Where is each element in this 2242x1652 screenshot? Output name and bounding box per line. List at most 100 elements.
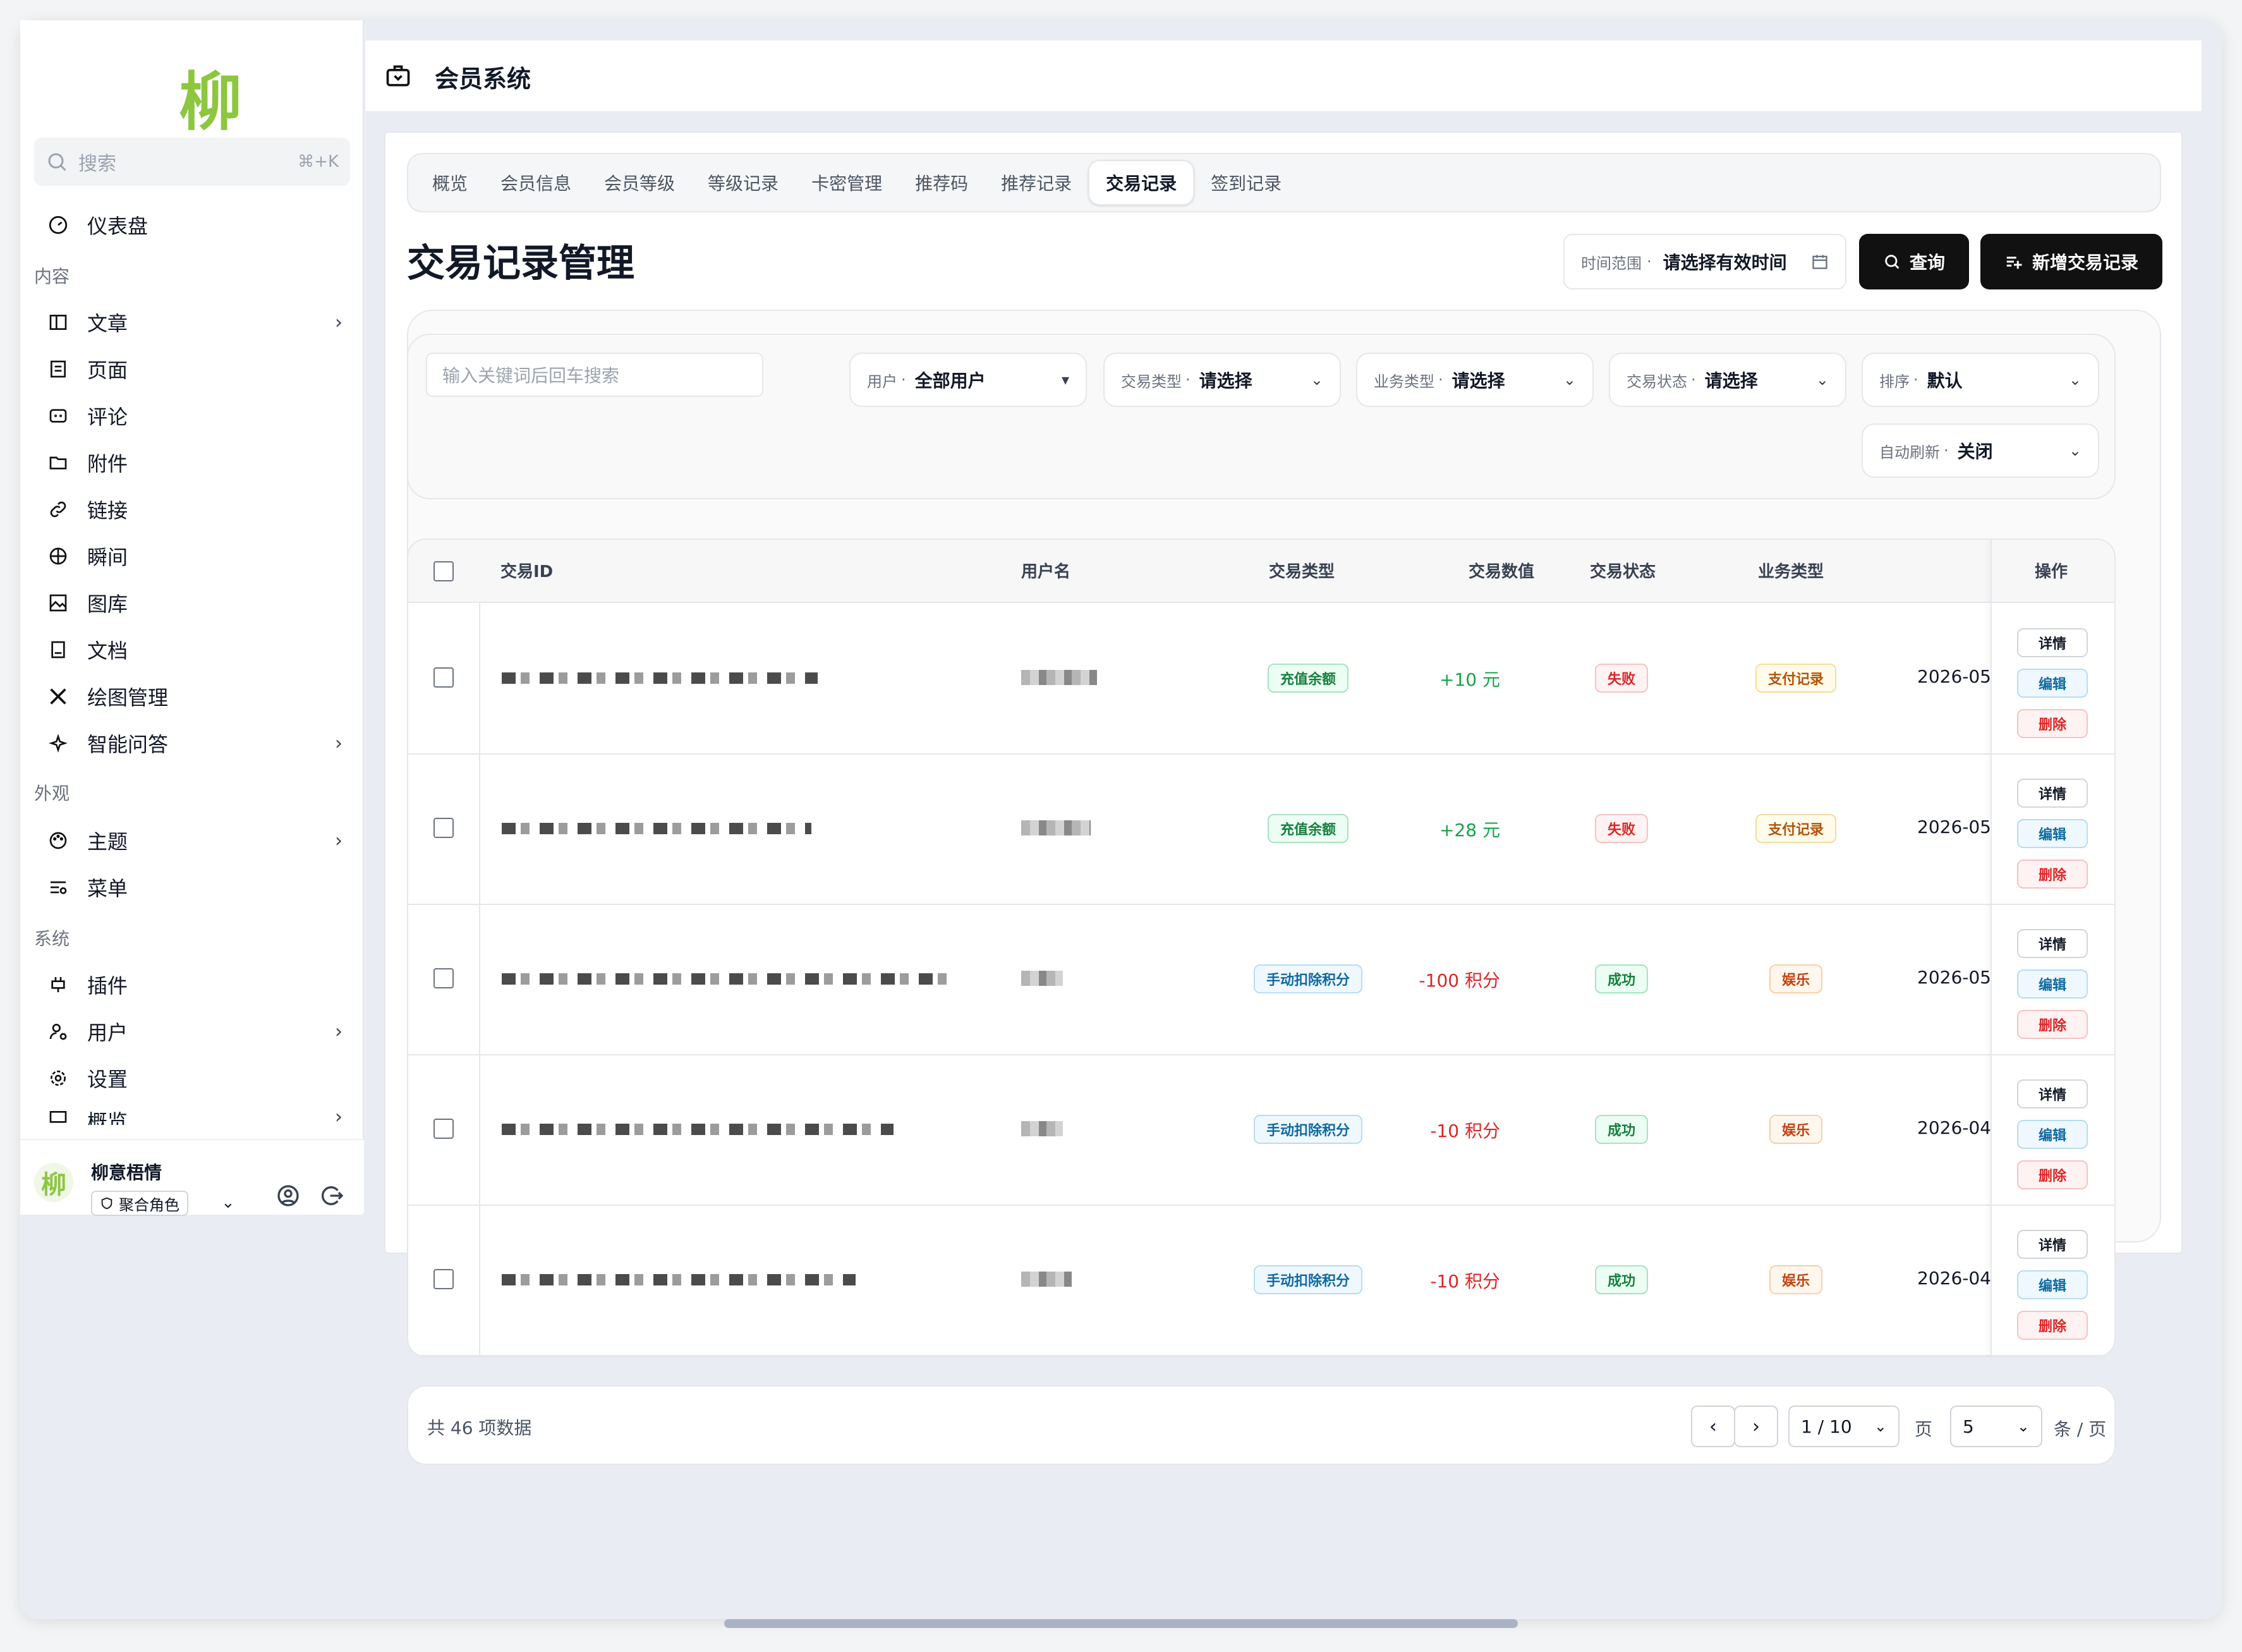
sidebar-item-pages[interactable]: 页面 [45,350,349,388]
detail-button[interactable]: 详情 [2017,628,2088,657]
tab-item[interactable]: 卡密管理 [795,160,899,205]
table-row[interactable]: 手动扣除积分 -100 积分 成功 娱乐 2026-05- [408,904,2114,1055]
delete-button[interactable]: 删除 [2017,709,2088,738]
edit-button[interactable]: 编辑 [2017,819,2088,848]
edit-button[interactable]: 编辑 [2017,1120,2088,1149]
caret-down-icon: ▾ [1061,371,1069,389]
detail-button[interactable]: 详情 [2017,929,2088,958]
tab-item[interactable]: 推荐记录 [985,160,1088,205]
search-input[interactable]: 搜索 ⌘+K [34,138,350,186]
sidebar-item-articles[interactable]: 文章 › [45,303,349,341]
sort-select[interactable]: 排序 · 默认 ⌄ [1862,353,2099,407]
redacted-username [1021,1272,1072,1287]
trade-status-select[interactable]: 交易状态 · 请选择 ⌄ [1609,353,1846,407]
tab-item[interactable]: 概览 [416,160,484,205]
detail-button[interactable]: 详情 [2017,779,2088,808]
time-range-picker[interactable]: 时间范围 · 请选择有效时间 [1563,234,1846,289]
edit-button[interactable]: 编辑 [2017,969,2088,999]
table-row[interactable]: 手动扣除积分 -10 积分 成功 娱乐 2026-04- [408,1054,2114,1206]
add-transaction-button[interactable]: 新增交易记录 [1980,234,2162,289]
avatar[interactable]: 柳 [34,1163,73,1202]
filter-value: 请选择 [1451,370,1505,391]
col-trade-status[interactable]: 交易状态 [1590,559,1656,582]
chevron-down-icon[interactable]: ⌄ [221,1193,235,1212]
query-button-label: 查询 [1909,252,1945,273]
sidebar-item-settings[interactable]: 设置 [45,1059,349,1097]
horizontal-scrollbar[interactable] [724,1619,1518,1628]
edit-button[interactable]: 编辑 [2017,1270,2088,1299]
detail-button[interactable]: 详情 [2017,1079,2088,1108]
col-trade-amount[interactable]: 交易数值 [1469,559,1534,582]
tab-item[interactable]: 交易记录 [1088,160,1195,205]
prev-page-button[interactable]: ‹ [1691,1406,1735,1447]
nav-group-system: 系统 [34,928,70,949]
sidebar-item-plugins[interactable]: 插件 [45,966,349,1004]
delete-button[interactable]: 删除 [2017,1160,2088,1189]
col-trade-id[interactable]: 交易ID [500,559,553,582]
sidebar-item-users[interactable]: 用户 › [45,1012,349,1050]
menu-settings-icon [45,875,71,900]
sidebar-item-gallery[interactable]: 图库 [45,584,349,622]
sidebar-item-overview[interactable]: 概览 › [45,1106,349,1125]
tab-item[interactable]: 等级记录 [691,160,795,205]
logout-icon[interactable] [320,1183,345,1208]
page-select[interactable]: 1 / 10 ⌄ [1788,1406,1900,1447]
trade-type-badge: 手动扣除积分 [1253,964,1363,993]
sidebar-item-label: 主题 [87,830,128,854]
sidebar-item-links[interactable]: 链接 [45,490,349,528]
sidebar-item-ai-qa[interactable]: 智能问答 › [45,724,349,762]
sidebar-item-themes[interactable]: 主题 › [45,822,349,859]
col-biz-type[interactable]: 业务类型 [1758,559,1824,582]
row-checkbox[interactable] [433,1269,454,1289]
row-checkbox[interactable] [433,1119,454,1139]
sidebar-item-menus[interactable]: 菜单 [45,868,349,906]
biz-type-select[interactable]: 业务类型 · 请选择 ⌄ [1356,353,1594,407]
col-username[interactable]: 用户名 [1021,559,1070,582]
trade-type-badge: 手动扣除积分 [1253,1265,1363,1294]
user-circle-icon[interactable] [276,1183,301,1208]
table-row[interactable]: 手动扣除积分 -10 积分 成功 娱乐 2026-04- [408,1205,2114,1356]
trade-date: 2026-05- [1917,666,1998,687]
edit-button[interactable]: 编辑 [2017,669,2088,698]
user-filter-select[interactable]: 用户 · 全部用户 ▾ [849,353,1087,407]
main-panel: 概览 会员信息 会员等级 等级记录 卡密管理 推荐码 推荐记录 交易记录 签到记录 交易记录管理… [384,131,2183,1465]
status-badge: 失败 [1594,664,1649,693]
auto-refresh-select[interactable]: 自动刷新 · 关闭 ⌄ [1862,423,2099,478]
detail-button[interactable]: 详情 [2017,1230,2088,1259]
sidebar-item-drawing[interactable]: 绘图管理 [45,677,349,715]
sparkles-icon [45,731,71,756]
select-all-checkbox[interactable] [433,561,454,581]
trade-type-select[interactable]: 交易类型 · 请选择 ⌄ [1103,353,1341,407]
row-checkbox[interactable] [433,968,454,988]
role-badge[interactable]: 聚合角色 [91,1191,188,1216]
sidebar-item-attachments[interactable]: 附件 [45,444,349,482]
table-row[interactable]: 充值余额 +28 元 失败 支付记录 2026-05- [408,753,2114,905]
row-checkbox[interactable] [433,818,454,838]
keyword-search-input[interactable]: 输入关键词后回车搜索 [426,353,763,397]
page-size-select[interactable]: 5 ⌄ [1950,1406,2042,1447]
biz-type-badge: 支付记录 [1755,814,1837,843]
sidebar-item-docs[interactable]: 文档 [45,631,349,669]
sidebar-item-dashboard[interactable]: 仪表盘 [45,206,349,244]
filter-value: 请选择 [1199,370,1252,391]
actions-header: 操作 [1992,540,2114,603]
delete-button[interactable]: 删除 [2017,859,2088,889]
sidebar-item-comments[interactable]: 评论 [45,397,349,435]
next-page-button[interactable]: › [1734,1406,1778,1447]
biz-type-badge: 娱乐 [1769,964,1823,993]
page-size-value: 5 [1963,1416,1974,1437]
col-trade-type[interactable]: 交易类型 [1269,559,1335,582]
redacted-username [1021,820,1091,835]
delete-button[interactable]: 删除 [2017,1010,2088,1039]
table-row[interactable]: 充值余额 +10 元 失败 支付记录 2026-05- [408,603,2114,755]
tab-item[interactable]: 推荐码 [899,160,985,205]
total-count: 共 46 项数据 [427,1418,532,1438]
delete-button[interactable]: 删除 [2017,1311,2088,1340]
tab-item[interactable]: 会员信息 [484,160,588,205]
tab-item[interactable]: 签到记录 [1194,160,1298,205]
row-checkbox[interactable] [433,667,454,688]
sidebar-item-moments[interactable]: 瞬间 [45,537,349,575]
query-button[interactable]: 查询 [1859,234,1969,289]
sidebar-item-label: 智能问答 [87,732,169,756]
tab-item[interactable]: 会员等级 [588,160,691,205]
